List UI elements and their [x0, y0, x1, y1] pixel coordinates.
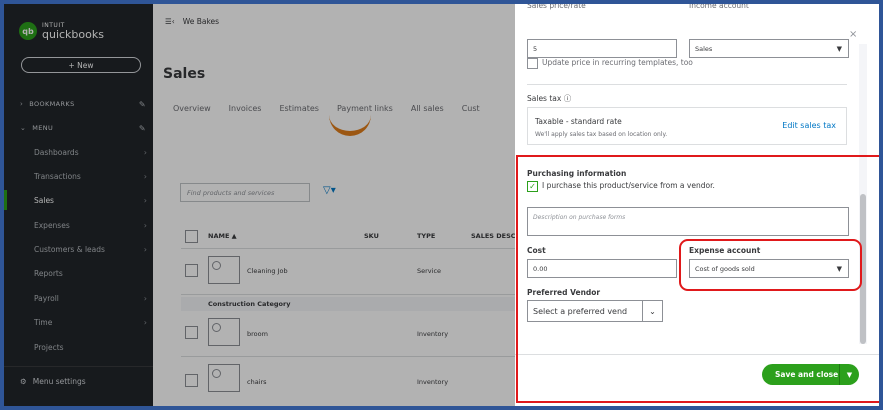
dropdown-arrow-icon: ▼ — [836, 45, 842, 53]
tax-rate-title: Taxable - standard rate — [535, 117, 622, 126]
sales-tax-label: Sales tax ⓘ — [527, 94, 572, 103]
income-account-select[interactable]: Sales ▼ — [689, 39, 849, 58]
sales-price-input[interactable]: 5 — [527, 39, 677, 58]
screenshot-frame: qb INTUIT quickbooks + New › BOOKMARKS ✎… — [0, 0, 883, 410]
info-icon[interactable]: ⓘ — [564, 94, 572, 103]
sales-tax-box: Taxable - standard rate We'll apply sale… — [527, 107, 847, 145]
edit-sales-tax-link[interactable]: Edit sales tax — [782, 121, 836, 130]
tax-rate-subtitle: We'll apply sales tax based on location … — [535, 131, 668, 138]
sales-price-label: Sales price/rate — [527, 1, 586, 10]
annotation-highlight-expense-account — [679, 239, 862, 291]
update-price-label: Update price in recurring templates, too — [542, 58, 693, 67]
close-icon[interactable]: × — [849, 29, 857, 40]
income-account-label: Income account — [689, 1, 749, 10]
update-price-checkbox[interactable] — [527, 58, 538, 69]
